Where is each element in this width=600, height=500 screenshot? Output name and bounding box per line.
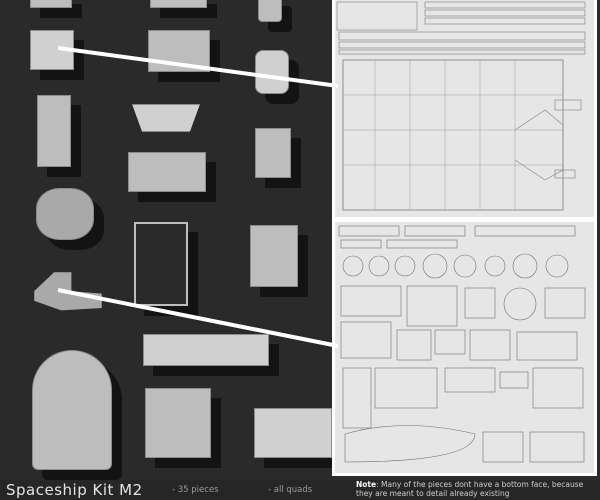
kit-piece-tower bbox=[37, 95, 71, 167]
kit-piece-top-center bbox=[150, 0, 207, 8]
uv-grid-bottom bbox=[338, 225, 586, 463]
kit-piece-hull-plate bbox=[30, 30, 74, 70]
kit-piece-top-right bbox=[258, 0, 282, 22]
kit-piece-arch-door bbox=[32, 350, 112, 470]
note-body: : Many of the pieces dont have a bottom … bbox=[356, 480, 584, 498]
kit-piece-grate-block bbox=[148, 30, 210, 72]
piece-count: - 35 pieces bbox=[172, 485, 219, 495]
kit-piece-tri-turret bbox=[36, 188, 94, 240]
note-label: Note bbox=[356, 480, 377, 489]
kit-piece-long-frame bbox=[128, 152, 206, 192]
kit-title: Spaceship Kit M2 bbox=[6, 481, 143, 499]
kit-piece-scaffold bbox=[134, 222, 188, 306]
kit-piece-cabinet bbox=[250, 225, 298, 287]
uv-grid-top bbox=[336, 1, 586, 211]
model-showcase bbox=[0, 0, 332, 480]
kit-piece-cylinder-row bbox=[143, 334, 269, 366]
topology-info: - all quads bbox=[268, 485, 313, 495]
kit-piece-top-left bbox=[30, 0, 72, 8]
kit-piece-wing-plate bbox=[132, 104, 200, 132]
kit-piece-round-housing bbox=[255, 50, 289, 94]
uv-layout-panel-top bbox=[332, 0, 597, 220]
render-sheet: Spaceship Kit M2 - 35 pieces - all quads… bbox=[0, 0, 600, 500]
kit-piece-engine-block bbox=[145, 388, 211, 458]
note-text: Note: Many of the pieces dont have a bot… bbox=[356, 480, 596, 498]
uv-layout-panel-bottom bbox=[332, 219, 597, 476]
kit-piece-vent-stack bbox=[255, 128, 291, 178]
kit-piece-pipe-joint bbox=[34, 272, 102, 311]
kit-piece-curved-panel bbox=[254, 408, 332, 458]
